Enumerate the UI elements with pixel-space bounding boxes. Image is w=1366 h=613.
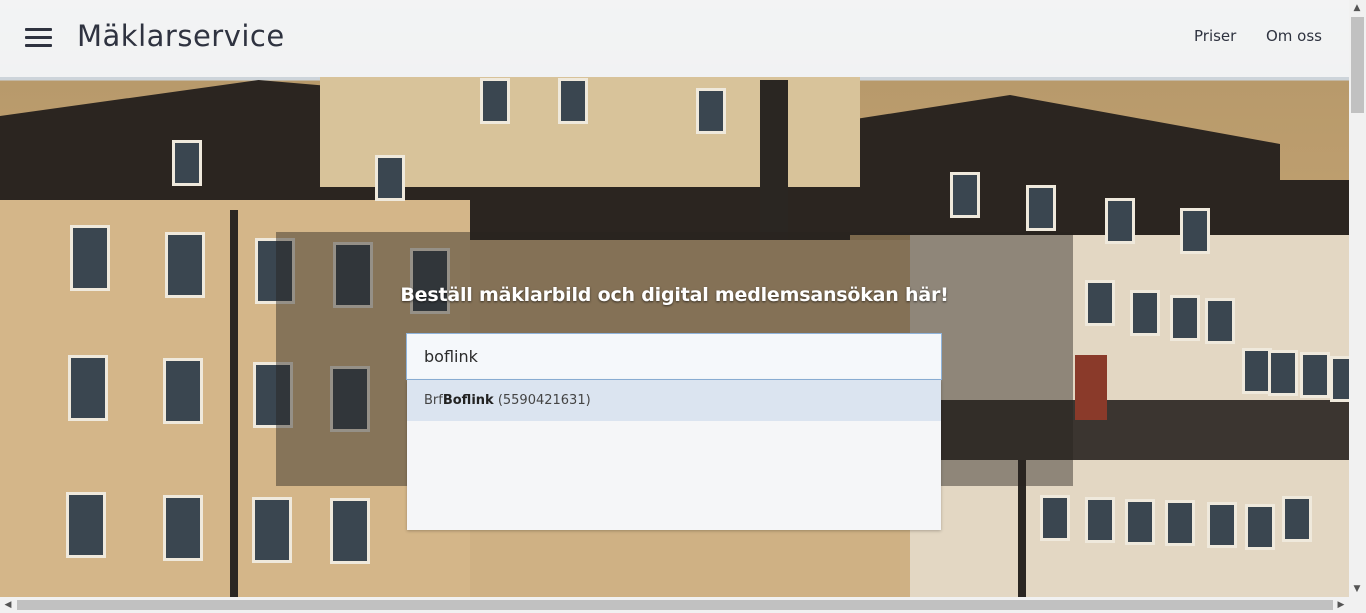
scroll-up-icon[interactable]: ▲: [1349, 0, 1365, 16]
top-navbar: Mäklarservice Priser Om oss: [0, 0, 1349, 77]
scroll-down-icon[interactable]: ▼: [1349, 581, 1365, 597]
nav-link-priser[interactable]: Priser: [1194, 27, 1236, 45]
association-search-input[interactable]: [406, 333, 942, 380]
site-logo[interactable]: Mäklarservice: [77, 19, 285, 53]
horizontal-scroll-thumb[interactable]: [17, 600, 1333, 610]
scroll-left-icon[interactable]: ◀: [0, 597, 16, 613]
suggestion-match: Boflink: [442, 393, 494, 408]
chimney: [1075, 355, 1107, 420]
autocomplete-dropdown: Brf Boflink (5590421631): [407, 380, 941, 530]
autocomplete-suggestion[interactable]: Brf Boflink (5590421631): [407, 380, 941, 421]
hero-headline: Beställ mäklarbild och digital medlemsan…: [400, 284, 949, 306]
vertical-scroll-thumb[interactable]: [1351, 17, 1364, 113]
menu-icon[interactable]: [25, 28, 53, 49]
suggestion-suffix: (5590421631): [493, 393, 591, 408]
scroll-right-icon[interactable]: ▶: [1333, 597, 1349, 613]
nav-link-om-oss[interactable]: Om oss: [1266, 27, 1322, 45]
chimney: [760, 80, 788, 240]
suggestion-prefix: Brf: [424, 393, 443, 408]
